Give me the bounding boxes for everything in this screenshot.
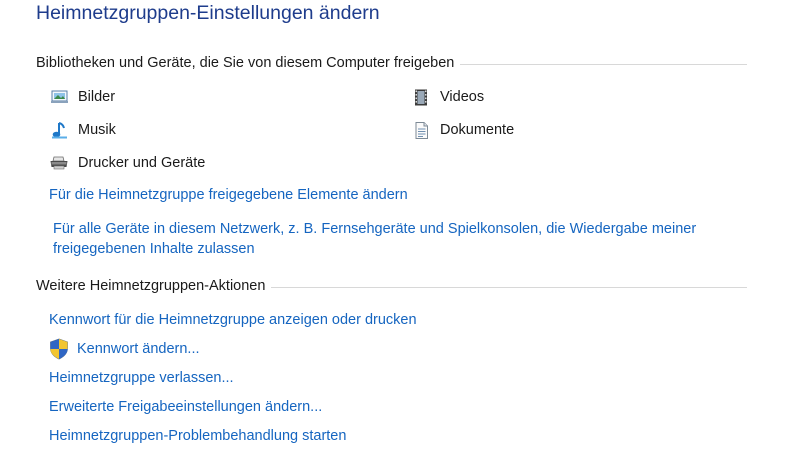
videos-icon (412, 88, 430, 106)
library-item-label: Musik (78, 122, 116, 138)
library-item-label: Videos (440, 89, 485, 105)
library-item-label: Dokumente (440, 122, 515, 138)
libraries-heading-label: Bibliotheken und Geräte, die Sie von die… (36, 55, 455, 71)
change-password-link[interactable]: Kennwort ändern... (49, 338, 200, 360)
homegroup-settings-page: Heimnetzgruppen-Einstellungen ändern Bib… (0, 0, 795, 456)
actions-section-heading: Weitere Heimnetzgruppen-Aktionen (36, 278, 747, 294)
leave-homegroup-link[interactable]: Heimnetzgruppe verlassen... (49, 370, 234, 386)
library-item-documents: Dokumente (412, 121, 514, 139)
view-password-link[interactable]: Kennwort für die Heimnetzgruppe anzeigen… (49, 312, 417, 328)
page-title: Heimnetzgruppen-Einstellungen ändern (36, 2, 380, 24)
start-troubleshooter-link[interactable]: Heimnetzgruppen-Problembehandlung starte… (49, 428, 346, 444)
advanced-sharing-settings-link[interactable]: Erweiterte Freigabeeinstellungen ändern.… (49, 399, 322, 415)
change-shared-items-link[interactable]: Für die Heimnetzgruppe freigegebene Elem… (49, 187, 408, 203)
section-divider (460, 63, 747, 65)
library-item-label: Drucker und Geräte (78, 155, 206, 171)
printer-icon (50, 154, 68, 172)
libraries-section-heading: Bibliotheken und Geräte, die Sie von die… (36, 55, 747, 71)
allow-media-streaming-link[interactable]: Für alle Geräte in diesem Netzwerk, z. B… (53, 219, 733, 259)
pictures-icon (50, 88, 68, 106)
documents-icon (412, 121, 430, 139)
library-item-label: Bilder (78, 89, 116, 105)
library-item-music: Musik (50, 121, 116, 139)
change-password-label: Kennwort ändern... (77, 341, 200, 357)
section-divider (271, 286, 747, 288)
music-icon (50, 121, 68, 139)
uac-shield-icon (49, 338, 69, 360)
library-item-printers: Drucker und Geräte (50, 154, 205, 172)
actions-heading-label: Weitere Heimnetzgruppen-Aktionen (36, 278, 266, 294)
library-item-videos: Videos (412, 88, 484, 106)
library-item-pictures: Bilder (50, 88, 115, 106)
